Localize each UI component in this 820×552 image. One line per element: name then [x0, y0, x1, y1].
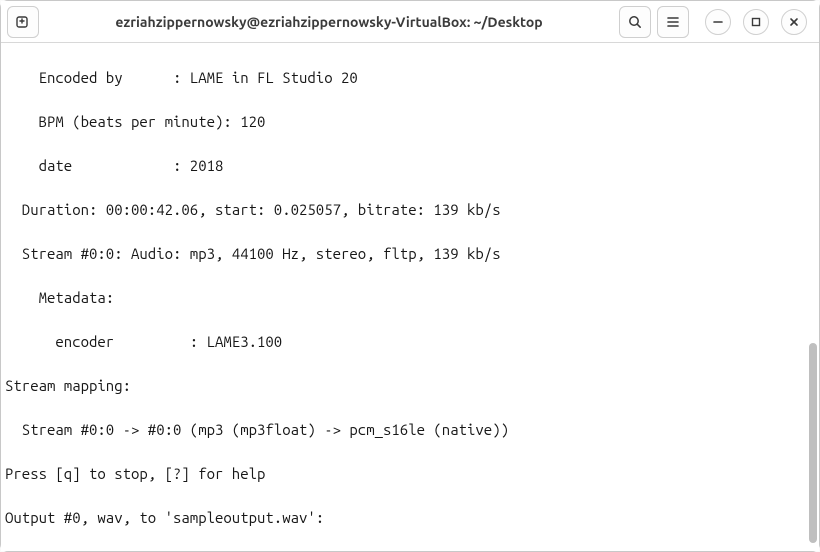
minimize-icon — [712, 16, 724, 28]
new-tab-icon — [15, 14, 31, 30]
minimize-button[interactable] — [705, 9, 731, 35]
terminal-viewport[interactable]: Encoded by : LAME in FL Studio 20 BPM (b… — [1, 43, 819, 551]
titlebar-right — [619, 6, 813, 38]
scrollbar-thumb[interactable] — [809, 343, 817, 543]
terminal-line: date : 2018 — [5, 155, 817, 177]
hamburger-icon — [665, 14, 681, 30]
search-icon — [627, 14, 643, 30]
maximize-icon — [750, 16, 762, 28]
close-button[interactable] — [781, 9, 807, 35]
terminal-line: Press [q] to stop, [?] for help — [5, 463, 817, 485]
terminal-line: Encoded by : LAME in FL Studio 20 — [5, 67, 817, 89]
terminal-line: Duration: 00:00:42.06, start: 0.025057, … — [5, 199, 817, 221]
terminal-line: Stream #0:0: Audio: mp3, 44100 Hz, stere… — [5, 243, 817, 265]
terminal-line: BPM (beats per minute): 120 — [5, 111, 817, 133]
window-title: ezriahzippernowsky@ezriahzippernowsky-Vi… — [45, 14, 613, 30]
menu-button[interactable] — [657, 6, 689, 38]
terminal-line: Stream mapping: — [5, 375, 817, 397]
search-button[interactable] — [619, 6, 651, 38]
terminal-line: Metadata: — [5, 287, 817, 309]
maximize-button[interactable] — [743, 9, 769, 35]
window-titlebar: ezriahzippernowsky@ezriahzippernowsky-Vi… — [1, 1, 819, 43]
terminal-line: Output #0, wav, to 'sampleoutput.wav': — [5, 507, 817, 529]
terminal-line: Stream #0:0 -> #0:0 (mp3 (mp3float) -> p… — [5, 419, 817, 441]
terminal-line: encoder : LAME3.100 — [5, 331, 817, 353]
new-tab-button[interactable] — [7, 6, 39, 38]
window-controls — [705, 9, 807, 35]
close-icon — [788, 16, 800, 28]
